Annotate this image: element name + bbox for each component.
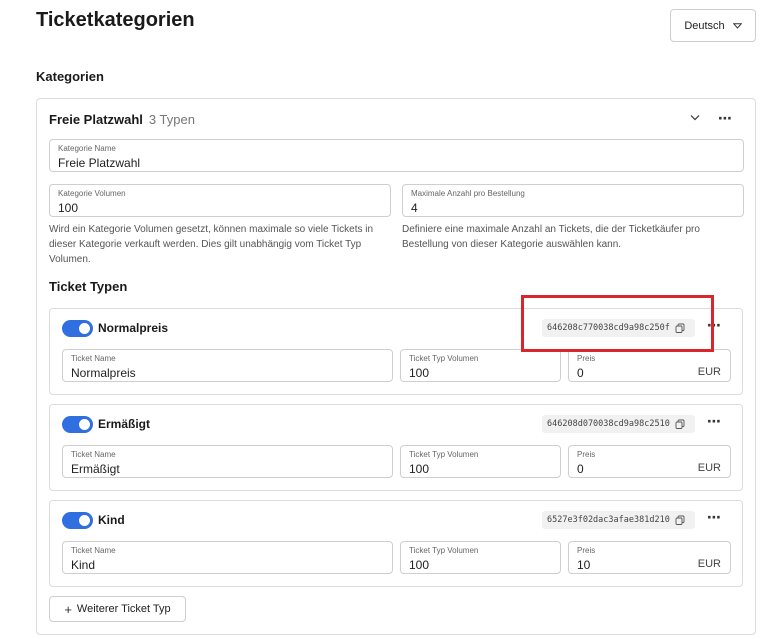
ticket-type-card: Kind 6527e3f02dac3afae381d210 ⋯ Ticket N… [49,500,743,587]
ticket-name-field[interactable]: Ticket Name Kind [62,541,393,574]
toggle-knob [79,323,90,334]
volume-help-text: Wird ein Kategorie Volumen gesetzt, könn… [49,224,374,265]
category-type-count: 3 Typen [148,112,195,127]
ticket-type-toggle[interactable] [62,320,93,337]
ticket-id-chip[interactable]: 6527e3f02dac3afae381d210 [542,511,695,529]
field-label: Preis [577,354,596,363]
field-label: Maximale Anzahl pro Bestellung [411,189,525,198]
ticket-name-field[interactable]: Ticket Name Normalpreis [62,349,393,382]
toggle-knob [79,515,90,526]
chevron-down-icon [732,22,742,29]
field-value: Normalpreis [71,366,136,380]
ticket-type-toggle[interactable] [62,512,93,529]
ticket-type-more-button[interactable]: ⋯ [707,509,722,526]
field-value: 100 [409,462,430,476]
ticket-type-name: Kind [98,513,125,527]
category-header[interactable]: Freie Platzwahl 3 Typen [49,112,195,127]
ticket-price-field[interactable]: Preis 0 EUR [568,445,731,478]
field-value: Kind [71,558,96,572]
max-per-order-field[interactable]: Maximale Anzahl pro Bestellung 4 [402,184,744,217]
field-value: 100 [409,558,430,572]
ticket-volume-field[interactable]: Ticket Typ Volumen 100 [400,541,561,574]
field-label: Ticket Typ Volumen [409,450,479,459]
ticket-type-name: Ermäßigt [98,417,151,431]
field-label: Ticket Typ Volumen [409,354,479,363]
field-value: Freie Platzwahl [58,156,141,170]
ticket-id-chip[interactable]: 646208d070038cd9a98c2510 [542,415,695,433]
ticket-type-name: Normalpreis [98,321,169,335]
field-label: Ticket Name [71,546,116,555]
ticket-type-more-button[interactable]: ⋯ [707,413,722,430]
highlight-annotation-box [521,295,714,352]
category-more-button[interactable]: ⋯ [718,110,733,127]
field-label: Ticket Name [71,354,116,363]
currency-label: EUR [697,366,721,378]
field-label: Preis [577,546,596,555]
field-value: 100 [58,201,79,215]
field-label: Ticket Name [71,450,116,459]
field-value: 10 [577,558,591,572]
max-help-text: Definiere eine maximale Anzahl an Ticket… [402,224,700,250]
toggle-knob [79,419,90,430]
ticket-price-field[interactable]: Preis 0 EUR [568,349,731,382]
collapse-chevron-icon[interactable] [690,114,700,122]
field-label: Ticket Typ Volumen [409,546,479,555]
language-select[interactable]: Deutsch [670,9,756,42]
currency-label: EUR [697,462,721,474]
ticket-type-card: Ermäßigt 646208d070038cd9a98c2510 ⋯ Tick… [49,404,743,491]
plus-icon: + [64,601,72,617]
copy-icon[interactable] [675,419,685,429]
field-label: Kategorie Name [58,144,116,153]
add-ticket-type-label: Weiterer Ticket Typ [76,603,171,615]
ticket-volume-field[interactable]: Ticket Typ Volumen 100 [400,349,561,382]
category-card: Freie Platzwahl 3 Typen ⋯ Kategorie Name… [36,98,756,635]
page-title: Ticketkategorien [36,9,195,31]
field-value: 0 [577,366,584,380]
ticket-id: 6527e3f02dac3afae381d210 [547,515,670,525]
field-label: Kategorie Volumen [58,189,126,198]
currency-label: EUR [697,558,721,570]
field-value: 0 [577,462,584,476]
category-name: Freie Platzwahl [49,112,143,127]
ticket-volume-field[interactable]: Ticket Typ Volumen 100 [400,445,561,478]
field-value: 100 [409,366,430,380]
add-ticket-type-button[interactable]: + Weiterer Ticket Typ [49,596,186,622]
language-label: Deutsch [684,19,725,32]
field-value: Ermäßigt [71,462,120,476]
ticket-type-toggle[interactable] [62,416,93,433]
ticket-price-field[interactable]: Preis 10 EUR [568,541,731,574]
field-label: Preis [577,450,596,459]
category-volume-field[interactable]: Kategorie Volumen 100 [49,184,391,217]
ticket-types-title: Ticket Typen [49,279,128,294]
ticket-name-field[interactable]: Ticket Name Ermäßigt [62,445,393,478]
category-name-field[interactable]: Kategorie Name Freie Platzwahl [49,139,744,172]
field-value: 4 [411,201,418,215]
copy-icon[interactable] [675,515,685,525]
ticket-id: 646208d070038cd9a98c2510 [547,419,670,429]
section-title: Kategorien [36,69,104,84]
